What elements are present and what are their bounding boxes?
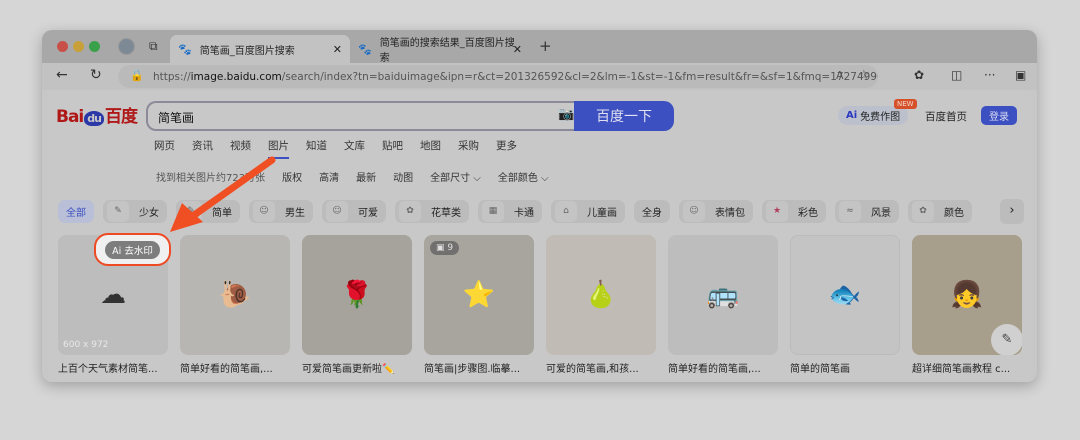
annotation-arrow-icon [170, 156, 276, 232]
